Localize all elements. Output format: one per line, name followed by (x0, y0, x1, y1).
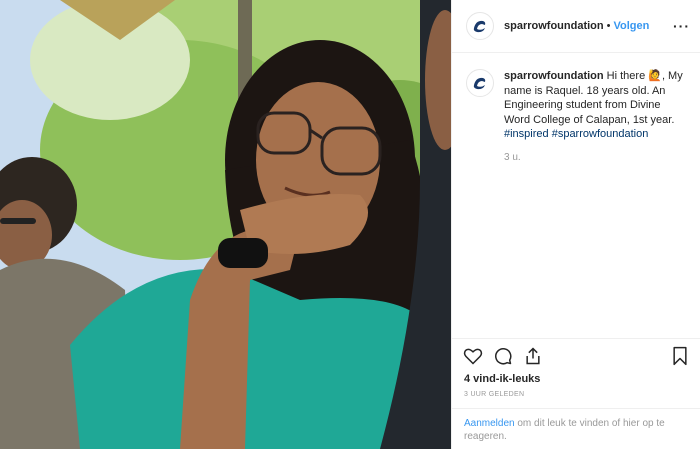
caption-block: sparrowfoundation Hi there 🙋, My name is… (452, 53, 700, 142)
hashtag-inspired[interactable]: #inspired (504, 128, 549, 140)
caption-username[interactable]: sparrowfoundation (504, 70, 604, 82)
instagram-post: sparrowfoundation • Volgen ··· sparrowfo… (0, 0, 700, 449)
share-icon[interactable] (522, 345, 544, 367)
sparrow-logo-icon (473, 20, 486, 33)
sparrow-logo-icon (473, 77, 486, 90)
post-photo[interactable] (0, 0, 451, 449)
posted-ago: 3 UUR GELEDEN (464, 391, 525, 398)
more-options-icon[interactable]: ··· (673, 18, 690, 34)
hashtag-sparrowfoundation[interactable]: #sparrowfoundation (552, 128, 649, 140)
caption-timestamp[interactable]: 3 u. (504, 152, 700, 163)
header-separator: • (606, 20, 611, 32)
avatar[interactable] (466, 12, 494, 40)
caption-avatar[interactable] (466, 69, 494, 97)
login-prompt: Aanmelden om dit leuk te vinden of hier … (452, 408, 700, 443)
bookmark-icon[interactable] (669, 345, 691, 367)
post-sidebar: sparrowfoundation • Volgen ··· sparrowfo… (451, 0, 700, 449)
post-header: sparrowfoundation • Volgen ··· (452, 0, 700, 53)
photo-illustration (0, 0, 451, 449)
follow-button[interactable]: Volgen (613, 20, 649, 32)
action-bar (452, 338, 700, 372)
likes-count[interactable]: 4 vind-ik-leuks (464, 373, 540, 385)
comment-icon[interactable] (492, 345, 514, 367)
heart-icon[interactable] (462, 345, 484, 367)
login-link[interactable]: Aanmelden (464, 418, 515, 429)
header-username[interactable]: sparrowfoundation (504, 20, 604, 32)
caption-text: sparrowfoundation Hi there 🙋, My name is… (504, 69, 684, 142)
